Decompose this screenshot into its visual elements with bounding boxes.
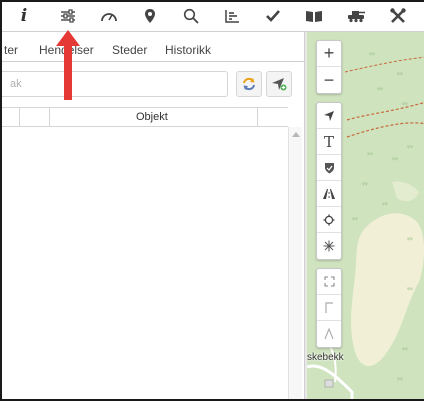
refresh-button[interactable]: [236, 71, 262, 97]
road-icon: [323, 188, 335, 199]
tank-icon[interactable]: [342, 5, 370, 27]
refresh-icon: [243, 77, 255, 91]
column-objekt[interactable]: Objekt: [50, 108, 258, 126]
svg-text:ᵠᵠ: ᵠᵠ: [397, 376, 403, 384]
polygon-tool-button[interactable]: [317, 207, 341, 233]
scroll-up-arrow[interactable]: [292, 132, 300, 137]
sliders-icon[interactable]: [54, 5, 82, 27]
top-toolbar: i: [2, 2, 424, 32]
map-place-label: skebekk: [307, 352, 344, 363]
zoom-out-button[interactable]: −: [317, 67, 341, 93]
north-button[interactable]: [317, 321, 341, 347]
svg-text:ᵠᵠ: ᵠᵠ: [362, 181, 368, 189]
check-icon[interactable]: [259, 5, 287, 27]
map-tool-bar: T: [316, 102, 342, 260]
navigate-add-icon: [272, 78, 287, 91]
chart-icon[interactable]: [218, 5, 246, 27]
svg-text:ᵠᵠ: ᵠᵠ: [382, 201, 388, 209]
svg-text:ᵠᵠ: ᵠᵠ: [367, 151, 373, 159]
measure-button[interactable]: [317, 295, 341, 321]
svg-text:ᵠᵠ: ᵠᵠ: [352, 216, 358, 224]
gear-icon: [323, 214, 335, 225]
navigate-icon: [324, 110, 334, 121]
book-icon[interactable]: [300, 5, 328, 27]
svg-text:ᵠᵠ: ᵠᵠ: [369, 51, 375, 59]
table-scrollbar[interactable]: [288, 127, 302, 399]
view-tool-bar: [316, 268, 342, 348]
search-icon[interactable]: [177, 5, 205, 27]
zoom-control: + −: [316, 40, 342, 94]
search-input[interactable]: [2, 71, 228, 97]
svg-text:ᵠᵠ: ᵠᵠ: [407, 286, 413, 294]
svg-text:ᵠᵠ: ᵠᵠ: [402, 346, 408, 354]
navigate-tool-button[interactable]: [317, 103, 341, 129]
tab-historikk[interactable]: Historikk: [165, 43, 211, 57]
map-view[interactable]: ᵠᵠ ᵠᵠ ᵠᵠ ᵠᵠ ᵠᵠ ᵠᵠ ᵠᵠ ᵠᵠ ᵠᵠ ᵠᵠ ᵠᵠ ᵠᵠ ᵠᵠ ᵠᵠ + − T: [307, 32, 424, 399]
panel-tabs: ter Hendelser Steder Historikk: [2, 38, 304, 62]
table-header: Objekt: [2, 107, 288, 127]
column-status[interactable]: [2, 108, 20, 126]
tab-objects[interactable]: ter: [4, 43, 18, 57]
svg-text:ᵠᵠ: ᵠᵠ: [397, 71, 403, 79]
info-icon[interactable]: i: [10, 5, 38, 27]
measure-icon: [325, 301, 333, 313]
gauge-icon[interactable]: [95, 5, 123, 27]
marker-tool-button[interactable]: [317, 233, 341, 259]
caret-up-icon: [324, 328, 334, 340]
svg-text:ᵠᵠ: ᵠᵠ: [392, 156, 398, 164]
svg-text:ᵠᵠ: ᵠᵠ: [407, 236, 413, 244]
text-tool-button[interactable]: T: [317, 129, 341, 155]
search-row: [2, 70, 304, 100]
map-pin-icon[interactable]: [136, 5, 164, 27]
asterisk-icon: [323, 240, 335, 252]
svg-text:ᵠᵠ: ᵠᵠ: [402, 101, 408, 109]
column-type[interactable]: [20, 108, 50, 126]
annotation-arrow: [56, 30, 80, 100]
road-tool-button[interactable]: [317, 181, 341, 207]
shield-icon: [324, 162, 334, 173]
text-tool-icon: T: [323, 132, 334, 151]
svg-text:ᵠᵠ: ᵠᵠ: [407, 144, 413, 152]
tools-icon[interactable]: [384, 5, 412, 27]
svg-text:ᵠᵠ: ᵠᵠ: [377, 86, 383, 94]
shield-tool-button[interactable]: [317, 155, 341, 181]
expand-icon: [323, 276, 335, 287]
app-window: i ter Hendelser Sted: [0, 0, 424, 401]
zoom-in-button[interactable]: +: [317, 41, 341, 67]
tab-steder[interactable]: Steder: [112, 43, 147, 57]
locate-add-button[interactable]: [266, 71, 292, 97]
column-objekt-label: Objekt: [136, 111, 168, 123]
fullscreen-button[interactable]: [317, 269, 341, 295]
